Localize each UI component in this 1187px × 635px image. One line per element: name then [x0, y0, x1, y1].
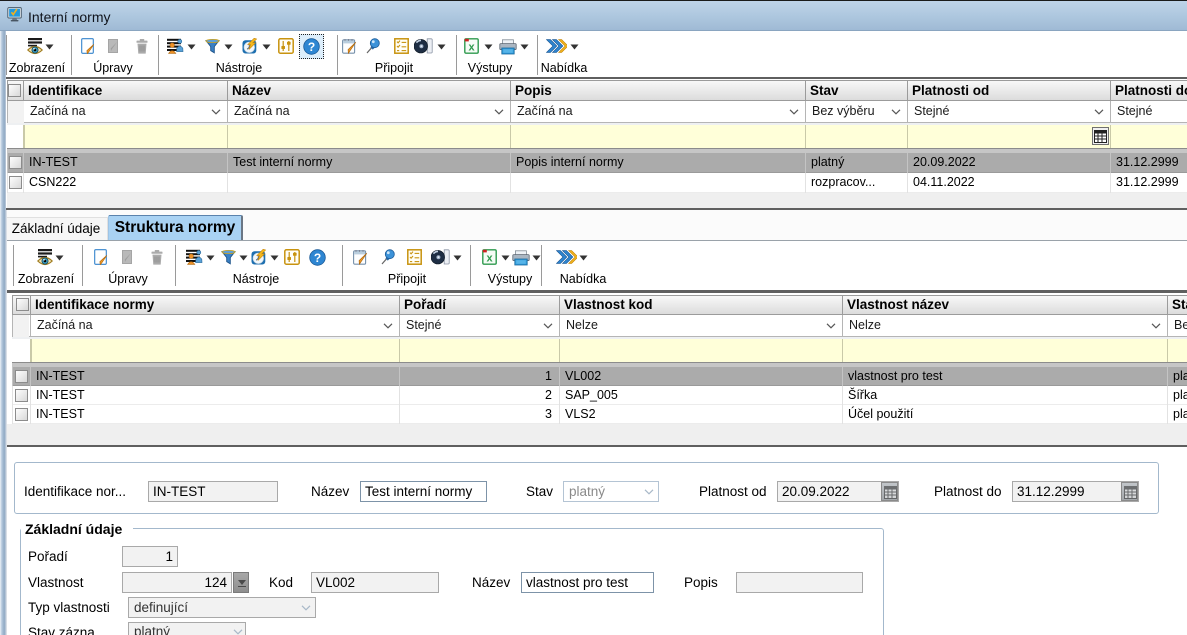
svg-text:?: ? [314, 251, 321, 265]
svg-text:?: ? [308, 40, 315, 54]
svg-text:x: x [487, 253, 494, 265]
svg-text:x: x [469, 42, 476, 54]
